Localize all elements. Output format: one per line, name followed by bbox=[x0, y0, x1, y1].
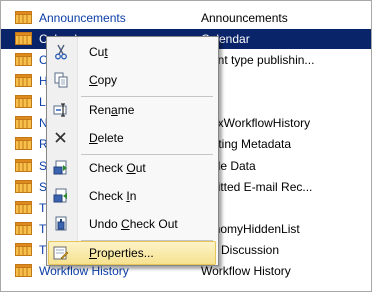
menu-item-undo-check-out[interactable]: Undo Check Out bbox=[49, 213, 215, 235]
list-icon bbox=[15, 243, 32, 256]
list-row[interactable]: Announcements Announcements bbox=[1, 8, 371, 28]
menu-item-label: Cut bbox=[89, 45, 108, 59]
delete-x-icon bbox=[52, 129, 70, 147]
check-out-icon bbox=[52, 159, 70, 177]
undo-check-out-icon bbox=[52, 215, 70, 233]
list-icon bbox=[15, 137, 32, 150]
context-menu: Cut Copy Rename Delete Check Out Check I… bbox=[46, 36, 219, 266]
menu-separator bbox=[81, 154, 213, 155]
menu-item-properties[interactable]: Properties... bbox=[48, 241, 216, 265]
menu-item-label: Check In bbox=[89, 189, 137, 203]
menu-item-label: Copy bbox=[89, 73, 118, 87]
list-icon bbox=[15, 264, 32, 277]
list-icon bbox=[15, 222, 32, 235]
list-icon bbox=[15, 116, 32, 129]
copy-icon bbox=[52, 71, 70, 89]
list-view: AnnouncementsAnnouncementsCalendarCalend… bbox=[0, 0, 372, 292]
list-icon bbox=[15, 74, 32, 87]
menu-item-cut[interactable]: Cut bbox=[49, 41, 215, 63]
menu-item-label: Delete bbox=[89, 131, 124, 145]
list-icon bbox=[15, 32, 32, 45]
check-in-icon bbox=[52, 187, 70, 205]
menu-item-label: Properties... bbox=[89, 246, 154, 260]
rename-icon bbox=[52, 101, 70, 119]
menu-item-label: Check Out bbox=[89, 161, 146, 175]
menu-item-check-out[interactable]: Check Out bbox=[49, 157, 215, 179]
list-icon bbox=[15, 53, 32, 66]
menu-item-rename[interactable]: Rename bbox=[49, 99, 215, 121]
properties-icon bbox=[52, 244, 70, 262]
list-icon bbox=[15, 159, 32, 172]
scissors-icon bbox=[52, 43, 70, 61]
list-icon bbox=[15, 180, 32, 193]
menu-separator bbox=[81, 96, 213, 97]
menu-item-delete[interactable]: Delete bbox=[49, 127, 215, 149]
list-item-name-link[interactable]: Workflow History bbox=[39, 264, 129, 279]
menu-item-copy[interactable]: Copy bbox=[49, 69, 215, 91]
list-icon bbox=[15, 95, 32, 108]
list-icon bbox=[15, 201, 32, 214]
list-icon bbox=[15, 11, 32, 24]
menu-item-label: Undo Check Out bbox=[89, 217, 178, 231]
list-item-title: Workflow History bbox=[201, 264, 291, 278]
menu-item-check-in[interactable]: Check In bbox=[49, 185, 215, 207]
list-item-title: Announcements bbox=[201, 11, 288, 25]
list-item-name-link[interactable]: Announcements bbox=[39, 11, 126, 26]
menu-item-label: Rename bbox=[89, 103, 135, 117]
